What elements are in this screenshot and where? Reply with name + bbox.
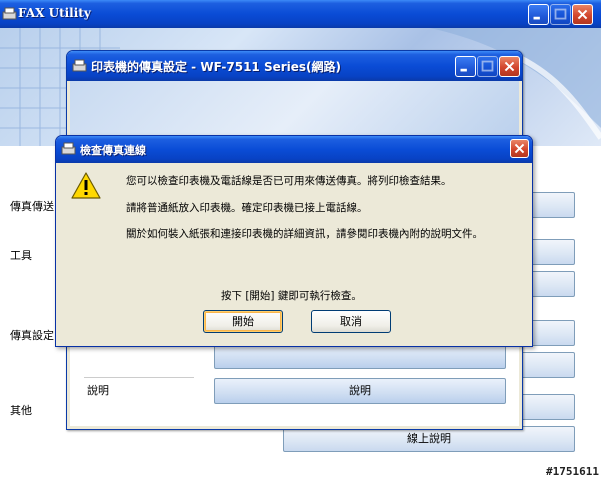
check-fax-connection-dialog: 檢查傳真連線 您可以檢查印表機及電話線是否已可用來傳送傳真。將列印檢查結果。 請… bbox=[55, 135, 533, 347]
main-minimize-button[interactable] bbox=[528, 4, 549, 25]
side-label-fax-settings: 傳真設定 bbox=[10, 329, 54, 342]
side-label-tools: 工具 bbox=[10, 249, 32, 262]
section-help-label: 說明 bbox=[87, 384, 109, 397]
dialog-titlebar[interactable]: 檢查傳真連線 bbox=[56, 136, 532, 163]
section-divider bbox=[84, 377, 194, 378]
settings-titlebar[interactable]: 印表機的傳真設定 - WF-7511 Series(網路) bbox=[67, 51, 522, 81]
minimize-icon bbox=[460, 68, 467, 72]
start-button[interactable]: 開始 bbox=[203, 310, 283, 333]
dialog-title: 檢查傳真連線 bbox=[80, 144, 146, 157]
cancel-button[interactable]: 取消 bbox=[311, 310, 391, 333]
fax-app-icon bbox=[61, 142, 76, 155]
settings-close-button[interactable] bbox=[499, 56, 520, 77]
main-title: FAX Utility bbox=[18, 6, 91, 20]
settings-maximize-button[interactable] bbox=[477, 56, 498, 77]
message-line-2: 請將普通紙放入印表機。確定印表機已接上電話線。 bbox=[126, 202, 368, 214]
settings-minimize-button[interactable] bbox=[455, 56, 476, 77]
message-line-1: 您可以檢查印表機及電話線是否已可用來傳送傳真。將列印檢查結果。 bbox=[126, 175, 452, 187]
settings-title: 印表機的傳真設定 - WF-7511 Series(網路) bbox=[91, 60, 342, 74]
maximize-icon bbox=[481, 60, 494, 72]
close-icon bbox=[504, 61, 515, 72]
dialog-close-button[interactable] bbox=[510, 139, 529, 158]
start-prompt: 按下 [開始] 鍵即可執行檢查。 bbox=[221, 290, 362, 302]
side-label-other: 其他 bbox=[10, 404, 32, 417]
main-titlebar[interactable]: FAX Utility bbox=[0, 0, 601, 28]
fax-app-icon bbox=[72, 59, 87, 72]
main-maximize-button[interactable] bbox=[550, 4, 571, 25]
message-line-3: 關於如何裝入紙張和連接印表機的詳細資訊，請參閱印表機內附的說明文件。 bbox=[126, 228, 483, 240]
fax-app-icon bbox=[2, 7, 17, 20]
warning-icon bbox=[71, 172, 101, 199]
close-icon bbox=[514, 143, 525, 154]
minimize-icon bbox=[533, 16, 540, 20]
dialog-body: 您可以檢查印表機及電話線是否已可用來傳送傳真。將列印檢查結果。 請將普通紙放入印… bbox=[59, 163, 529, 343]
watermark: #1751611 bbox=[546, 465, 599, 478]
close-icon bbox=[577, 9, 588, 20]
side-label-fax-send: 傳真傳送 bbox=[10, 200, 54, 213]
main-close-button[interactable] bbox=[572, 4, 593, 25]
maximize-icon bbox=[554, 8, 567, 20]
help-button[interactable]: 說明 bbox=[214, 378, 506, 404]
